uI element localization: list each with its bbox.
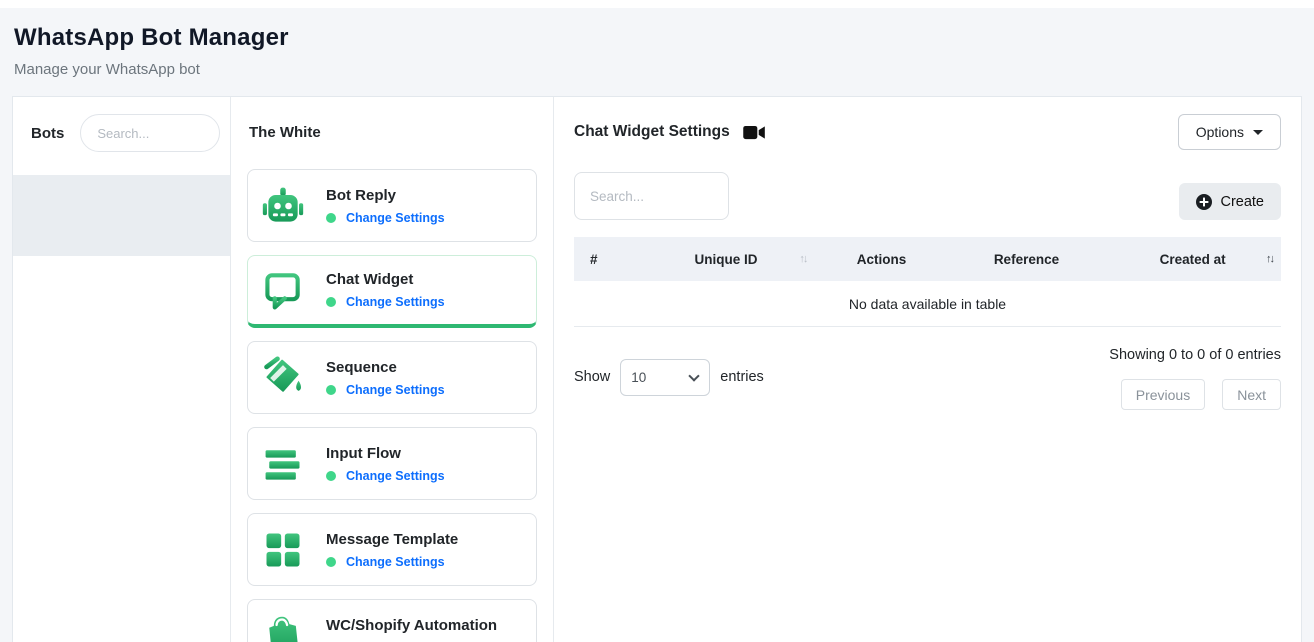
caret-down-icon [1253, 130, 1263, 135]
status-dot-icon [326, 385, 336, 395]
widgets-table: # Unique ID ↑↓ Actions Reference Created… [574, 237, 1281, 327]
feature-title: Sequence [326, 359, 445, 376]
change-settings-link[interactable]: Change Settings [346, 555, 445, 569]
create-button[interactable]: Create [1179, 183, 1281, 220]
paint-bucket-icon [261, 356, 305, 400]
column-header-actions: Actions [814, 252, 948, 267]
feature-title: WC/Shopify Automation [326, 617, 497, 634]
plus-circle-icon [1196, 194, 1212, 210]
status-dot-icon [326, 471, 336, 481]
bots-sidebar: Bots [13, 97, 231, 642]
change-settings-link[interactable]: Change Settings [346, 383, 445, 397]
table-search-input[interactable] [574, 172, 729, 220]
feature-title: Message Template [326, 531, 458, 548]
chat-bubble-icon [261, 268, 305, 312]
column-header-label: Created at [1160, 252, 1226, 267]
shopify-bag-icon [261, 614, 305, 642]
bots-label: Bots [31, 125, 64, 142]
list-bars-icon [261, 442, 305, 486]
column-header-label: Unique ID [695, 252, 758, 267]
bot-name: The White [247, 113, 537, 141]
next-page-button[interactable]: Next [1222, 379, 1281, 410]
create-button-label: Create [1220, 194, 1264, 210]
column-header-reference: Reference [949, 252, 1105, 267]
page-header: WhatsApp Bot Manager Manage your WhatsAp… [0, 8, 1314, 96]
status-dot-icon [326, 213, 336, 223]
main-panel: Bots The White [12, 96, 1302, 642]
sort-icon[interactable]: ↑↓ [1266, 253, 1273, 265]
options-button[interactable]: Options [1178, 114, 1281, 150]
video-camera-icon [743, 125, 766, 140]
bots-search-input[interactable] [80, 114, 220, 152]
status-dot-icon [326, 557, 336, 567]
sort-icon[interactable]: ↑↓ [799, 253, 806, 265]
feature-card-input-flow[interactable]: Input Flow Change Settings [247, 427, 537, 500]
table-empty-message: No data available in table [574, 281, 1281, 327]
feature-title: Bot Reply [326, 187, 445, 204]
showing-entries-text: Showing 0 to 0 of 0 entries [1109, 344, 1281, 363]
show-label: Show [574, 369, 610, 385]
entries-label: entries [720, 369, 764, 385]
column-header-created-at[interactable]: Created at ↑↓ [1104, 252, 1281, 267]
settings-title: Chat Widget Settings [574, 123, 730, 141]
change-settings-link[interactable]: Change Settings [346, 295, 445, 309]
column-header-num: # [574, 252, 638, 267]
grid-icon [261, 528, 305, 572]
bot-list-item-selected[interactable] [13, 175, 230, 256]
settings-panel: Chat Widget Settings Options [554, 97, 1301, 642]
feature-card-sequence[interactable]: Sequence Change Settings [247, 341, 537, 414]
column-header-unique-id[interactable]: Unique ID ↑↓ [638, 252, 815, 267]
feature-card-chat-widget[interactable]: Chat Widget Change Settings [247, 255, 537, 328]
feature-card-message-template[interactable]: Message Template Change Settings [247, 513, 537, 586]
previous-page-button[interactable]: Previous [1121, 379, 1205, 410]
feature-title: Chat Widget [326, 271, 445, 288]
feature-card-wc-shopify-automation[interactable]: WC/Shopify Automation Change Settings [247, 599, 537, 642]
page-size-select[interactable]: 10 [620, 359, 710, 396]
page-subtitle: Manage your WhatsApp bot [14, 61, 1300, 78]
feature-card-list: Bot Reply Change Settings [247, 169, 537, 642]
robot-icon [261, 184, 305, 228]
change-settings-link[interactable]: Change Settings [346, 469, 445, 483]
table-header-row: # Unique ID ↑↓ Actions Reference Created… [574, 237, 1281, 281]
options-button-label: Options [1196, 124, 1244, 140]
status-dot-icon [326, 297, 336, 307]
top-strip [0, 0, 1314, 8]
feature-title: Input Flow [326, 445, 445, 462]
features-column: The White [231, 97, 554, 642]
page-title: WhatsApp Bot Manager [14, 24, 1300, 52]
feature-card-bot-reply[interactable]: Bot Reply Change Settings [247, 169, 537, 242]
change-settings-link[interactable]: Change Settings [346, 211, 445, 225]
